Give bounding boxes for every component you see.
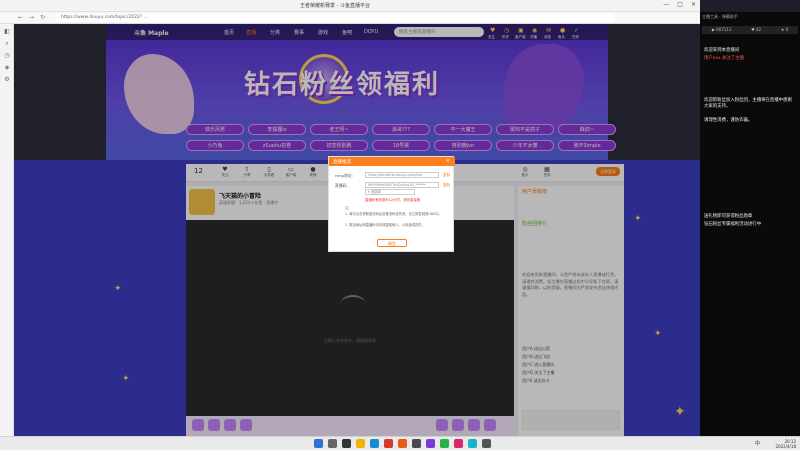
- helper-message-highlight: 用户xxx 关注了主播: [704, 56, 744, 61]
- window-title: 王者荣耀新赛季 - 斗鱼直播平台: [300, 3, 370, 9]
- confirm-button[interactable]: 确定: [377, 239, 407, 247]
- app-icon[interactable]: [426, 439, 435, 448]
- history-icon[interactable]: ◷: [3, 52, 11, 60]
- viewer-stat: ▶ 007111: [711, 27, 732, 32]
- settings-icon[interactable]: ⚙: [3, 76, 11, 84]
- edge-browser-icon[interactable]: [370, 439, 379, 448]
- start-menu-icon[interactable]: [314, 439, 323, 448]
- browser-sidebar: ◧ ⌕ ◷ ◈ ⚙: [0, 24, 14, 436]
- forward-button[interactable]: →: [29, 14, 34, 21]
- search-icon[interactable]: ⌕: [3, 40, 11, 48]
- maximize-button[interactable]: □: [677, 1, 683, 8]
- helper-header: 主播工具 · 弹幕助手: [702, 14, 738, 19]
- helper-message: 钻石粉丝专属福利活动进行中: [704, 222, 762, 227]
- helper-message: 欢迎新粉丝加入粉丝团，主播将在直播中感谢大家的支持。: [704, 98, 792, 109]
- os-taskbar: 中 20:12 2022/4/18: [0, 436, 800, 450]
- helper-message: 送礼物即可获得粉丝勋章: [704, 214, 753, 219]
- helper-stats: ▶ 007111 ♥ 42 ★ 0: [702, 26, 798, 34]
- note-title: 注：: [345, 206, 352, 210]
- browser-title-bar: 王者荣耀新赛季 - 斗鱼直播平台 — □ ✕: [0, 0, 700, 12]
- clock-date: 2022/4/18: [775, 444, 796, 449]
- helper-message: 请理性消费，谨防诈骗。: [704, 118, 753, 123]
- ime-indicator[interactable]: 中: [755, 440, 760, 447]
- url-input[interactable]: https://www.douyu.com/topic/2022? ...: [55, 14, 615, 22]
- copy-key-button[interactable]: 复制: [443, 183, 450, 188]
- app-icon[interactable]: [412, 439, 421, 448]
- address-bar-row: ← → ↻ https://www.douyu.com/topic/2022? …: [0, 12, 700, 24]
- refresh-button[interactable]: ↻: [40, 14, 45, 21]
- search-icon[interactable]: [328, 439, 337, 448]
- back-button[interactable]: ←: [18, 14, 23, 21]
- app-icon[interactable]: [440, 439, 449, 448]
- stream-key-dialog: 直播推流 ✕ rtmp地址: rtmp://sendtc3a.douyu.com…: [328, 156, 455, 252]
- clock[interactable]: 20:12 2022/4/18: [775, 439, 796, 449]
- danmu-helper-panel: 主播工具 · 弹幕助手 ▶ 007111 ♥ 42 ★ 0 欢迎来到本直播间 用…: [700, 12, 800, 436]
- copy-rtmp-button[interactable]: 复制: [443, 173, 450, 178]
- task-view-icon[interactable]: [342, 439, 351, 448]
- line-select[interactable]: ▾ 请选择: [365, 189, 415, 195]
- app-icon[interactable]: [468, 439, 477, 448]
- app-icon[interactable]: [384, 439, 393, 448]
- validity-warning: 直播码有效期为12小时，请妥善保管: [365, 198, 421, 202]
- close-icon[interactable]: ✕: [446, 158, 450, 164]
- rtmp-field[interactable]: rtmp://sendtc3a.douyu.com/live: [365, 172, 439, 178]
- close-window-button[interactable]: ✕: [691, 1, 696, 8]
- helper-message: 欢迎来到本直播间: [704, 48, 740, 53]
- app-icon[interactable]: [398, 439, 407, 448]
- note-2: 2. 推流地址和直播码请勿泄露给他人，以免造成损失。: [345, 223, 426, 227]
- extension-icon[interactable]: ◈: [3, 64, 11, 72]
- app-icon[interactable]: [454, 439, 463, 448]
- file-explorer-icon[interactable]: [356, 439, 365, 448]
- star-stat: ★ 0: [780, 27, 789, 32]
- note-1: 1. 每次点击获取推流码后旧推流码将失效，请立即复制到OBS中。: [345, 212, 442, 216]
- rtmp-label: rtmp地址:: [335, 173, 354, 178]
- sidebar-tab-icon[interactable]: ◧: [3, 28, 11, 36]
- minimize-button[interactable]: —: [663, 1, 669, 8]
- app-icon[interactable]: [482, 439, 491, 448]
- dialog-title: 直播推流: [329, 157, 455, 166]
- stream-key-field[interactable]: 9999999r9SkT9c02x9cx16_******: [365, 182, 439, 188]
- stream-key-label: 直播码:: [335, 183, 348, 188]
- like-stat: ♥ 42: [751, 27, 762, 32]
